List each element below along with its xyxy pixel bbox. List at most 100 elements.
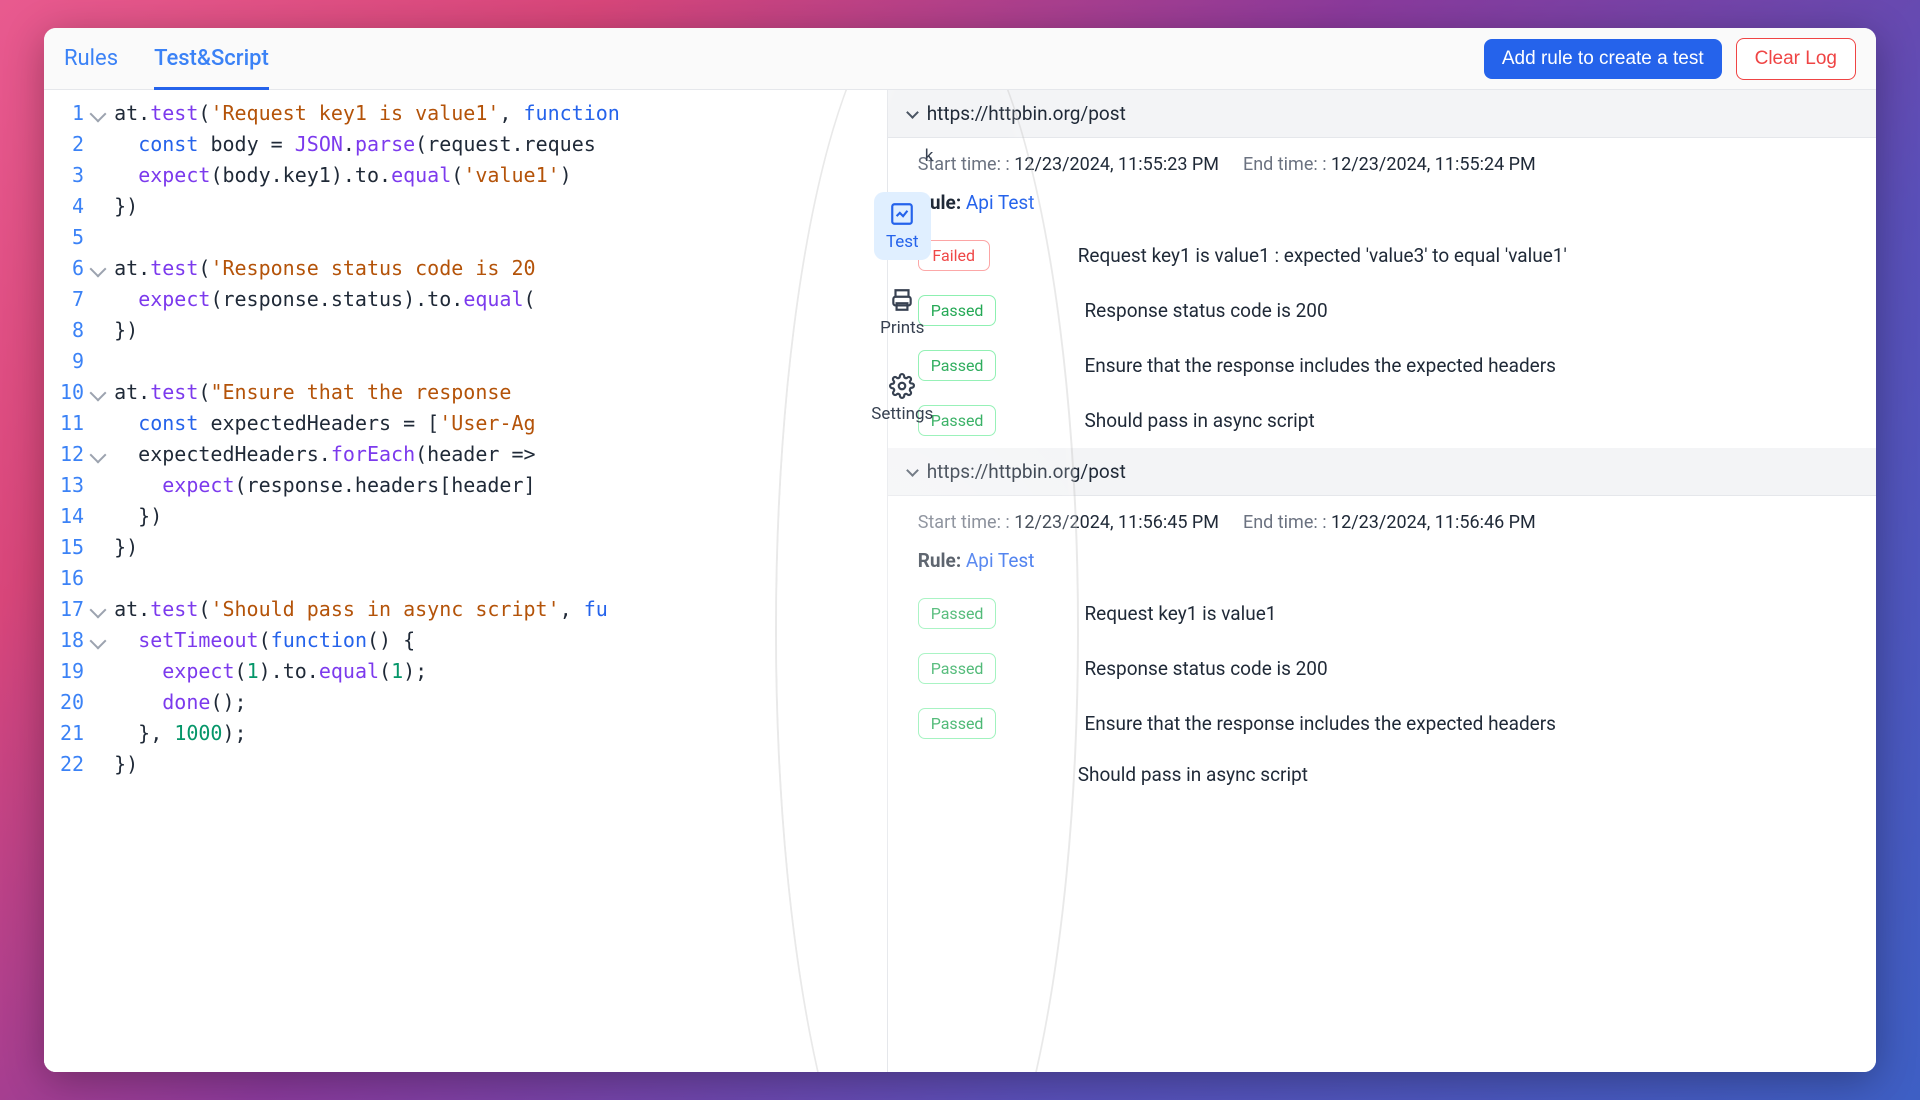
gutter-row: 22	[60, 749, 104, 780]
mark-label: k	[925, 146, 934, 166]
fold-chevron-icon[interactable]	[90, 625, 104, 656]
line-number: 8	[72, 315, 84, 346]
test-row: FailedRequest key1 is value1 : expected …	[888, 228, 1876, 283]
line-number: 11	[60, 408, 84, 439]
test-row: Passed Request key1 is value1	[888, 586, 1876, 641]
code-line[interactable]: at.test('Response status code is 20	[114, 253, 887, 284]
code-line[interactable]	[114, 222, 887, 253]
line-number: 12	[60, 439, 84, 470]
side-label-test: Test	[886, 232, 919, 252]
result-url: https://httpbin.org/post	[927, 102, 1126, 125]
status-badge: Passed	[918, 653, 997, 684]
code-line[interactable]: done();	[114, 687, 887, 718]
gutter-row: 12	[60, 439, 104, 470]
code-editor[interactable]: 12345678910111213141516171819202122 at.t…	[44, 90, 887, 1072]
results-panel: https://httpbin.org/postStart time: : 12…	[887, 90, 1876, 1072]
status-badge: Passed	[918, 598, 997, 629]
chart-icon	[888, 200, 916, 228]
code-line[interactable]: const expectedHeaders = ['User-Ag	[114, 408, 887, 439]
line-number: 6	[72, 253, 84, 284]
fold-chevron-icon[interactable]	[90, 439, 104, 470]
code-line[interactable]	[114, 563, 887, 594]
result-rule: Rule: Api Test	[888, 183, 1876, 228]
side-item-settings[interactable]: Settings	[859, 364, 945, 432]
code-line[interactable]: expect(body.key1).to.equal('value1')	[114, 160, 887, 191]
line-number: 13	[60, 470, 84, 501]
test-row: PassedEnsure that the response includes …	[888, 338, 1876, 393]
test-row: PassedResponse status code is 200	[888, 283, 1876, 338]
test-text: Ensure that the response includes the ex…	[1084, 712, 1556, 735]
line-number: 2	[72, 129, 84, 160]
rule-link[interactable]: Api Test	[966, 549, 1035, 572]
line-number: 22	[60, 749, 84, 780]
add-rule-button[interactable]: Add rule to create a test	[1484, 39, 1722, 79]
printer-icon	[888, 286, 916, 314]
line-number: 17	[60, 594, 84, 625]
side-label-prints: Prints	[880, 318, 924, 338]
test-row: Passed Ensure that the response includes …	[888, 696, 1876, 751]
fold-chevron-icon[interactable]	[90, 594, 104, 625]
code-line[interactable]: }, 1000);	[114, 718, 887, 749]
side-item-prints[interactable]: Prints	[868, 278, 936, 346]
line-number: 18	[60, 625, 84, 656]
gutter-row: 9	[60, 346, 104, 377]
code-line[interactable]: expect(response.headers[header]	[114, 470, 887, 501]
clear-log-button[interactable]: Clear Log	[1736, 38, 1856, 80]
test-text: Request key1 is value1 : expected 'value…	[1078, 244, 1567, 267]
main-split: 12345678910111213141516171819202122 at.t…	[44, 90, 1876, 1072]
line-number: 16	[60, 563, 84, 594]
app-window: Rules Test&Script Add rule to create a t…	[44, 28, 1876, 1072]
tab-test-script[interactable]: Test&Script	[154, 28, 269, 89]
test-row: Should pass in async script	[888, 751, 1876, 798]
gutter-row: 19	[60, 656, 104, 687]
gutter-row: 20	[60, 687, 104, 718]
test-text: Request key1 is value1	[1084, 602, 1276, 625]
line-number: 3	[72, 160, 84, 191]
side-item-mark[interactable]: k	[913, 138, 946, 174]
code-line[interactable]: })	[114, 532, 887, 563]
test-text: Should pass in async script	[1084, 409, 1314, 432]
code-line[interactable]: })	[114, 315, 887, 346]
topbar: Rules Test&Script Add rule to create a t…	[44, 28, 1876, 90]
fold-chevron-icon[interactable]	[90, 253, 104, 284]
line-number: 1	[72, 98, 84, 129]
test-text: Ensure that the response includes the ex…	[1084, 354, 1556, 377]
result-group-header[interactable]: https://httpbin.org/post	[888, 448, 1876, 496]
line-number: 15	[60, 532, 84, 563]
rule-link[interactable]: Api Test	[966, 191, 1035, 214]
code-line[interactable]: at.test('Should pass in async script', f…	[114, 594, 887, 625]
code-line[interactable]: })	[114, 191, 887, 222]
fold-chevron-icon[interactable]	[90, 377, 104, 408]
code-line[interactable]: setTimeout(function() {	[114, 625, 887, 656]
test-row: PassedShould pass in async script	[888, 393, 1876, 448]
gutter-row: 17	[60, 594, 104, 625]
fold-chevron-icon[interactable]	[90, 98, 104, 129]
line-gutter: 12345678910111213141516171819202122	[44, 90, 108, 1072]
code-line[interactable]: const body = JSON.parse(request.reques	[114, 129, 887, 160]
chevron-down-icon	[906, 464, 919, 477]
code-line[interactable]: at.test("Ensure that the response	[114, 377, 887, 408]
gutter-row: 1	[60, 98, 104, 129]
test-text: Should pass in async script	[1078, 763, 1308, 786]
code-line[interactable]: expect(1).to.equal(1);	[114, 656, 887, 687]
code-line[interactable]: expectedHeaders.forEach(header =>	[114, 439, 887, 470]
status-badge: Passed	[918, 708, 997, 739]
gutter-row: 8	[60, 315, 104, 346]
code-line[interactable]: expect(response.status).to.equal(	[114, 284, 887, 315]
result-group-header[interactable]: https://httpbin.org/post	[888, 90, 1876, 138]
gutter-row: 2	[60, 129, 104, 160]
code-line[interactable]: at.test('Request key1 is value1', functi…	[114, 98, 887, 129]
gutter-row: 3	[60, 160, 104, 191]
line-number: 20	[60, 687, 84, 718]
tab-rules[interactable]: Rules	[64, 28, 118, 89]
gutter-row: 6	[60, 253, 104, 284]
code-line[interactable]	[114, 346, 887, 377]
result-url: https://httpbin.org/post	[927, 460, 1126, 483]
side-item-test[interactable]: Test	[874, 192, 931, 260]
code-area[interactable]: at.test('Request key1 is value1', functi…	[108, 90, 887, 1072]
gutter-row: 5	[60, 222, 104, 253]
code-line[interactable]: })	[114, 501, 887, 532]
line-number: 14	[60, 501, 84, 532]
gutter-row: 13	[60, 470, 104, 501]
code-line[interactable]: })	[114, 749, 887, 780]
